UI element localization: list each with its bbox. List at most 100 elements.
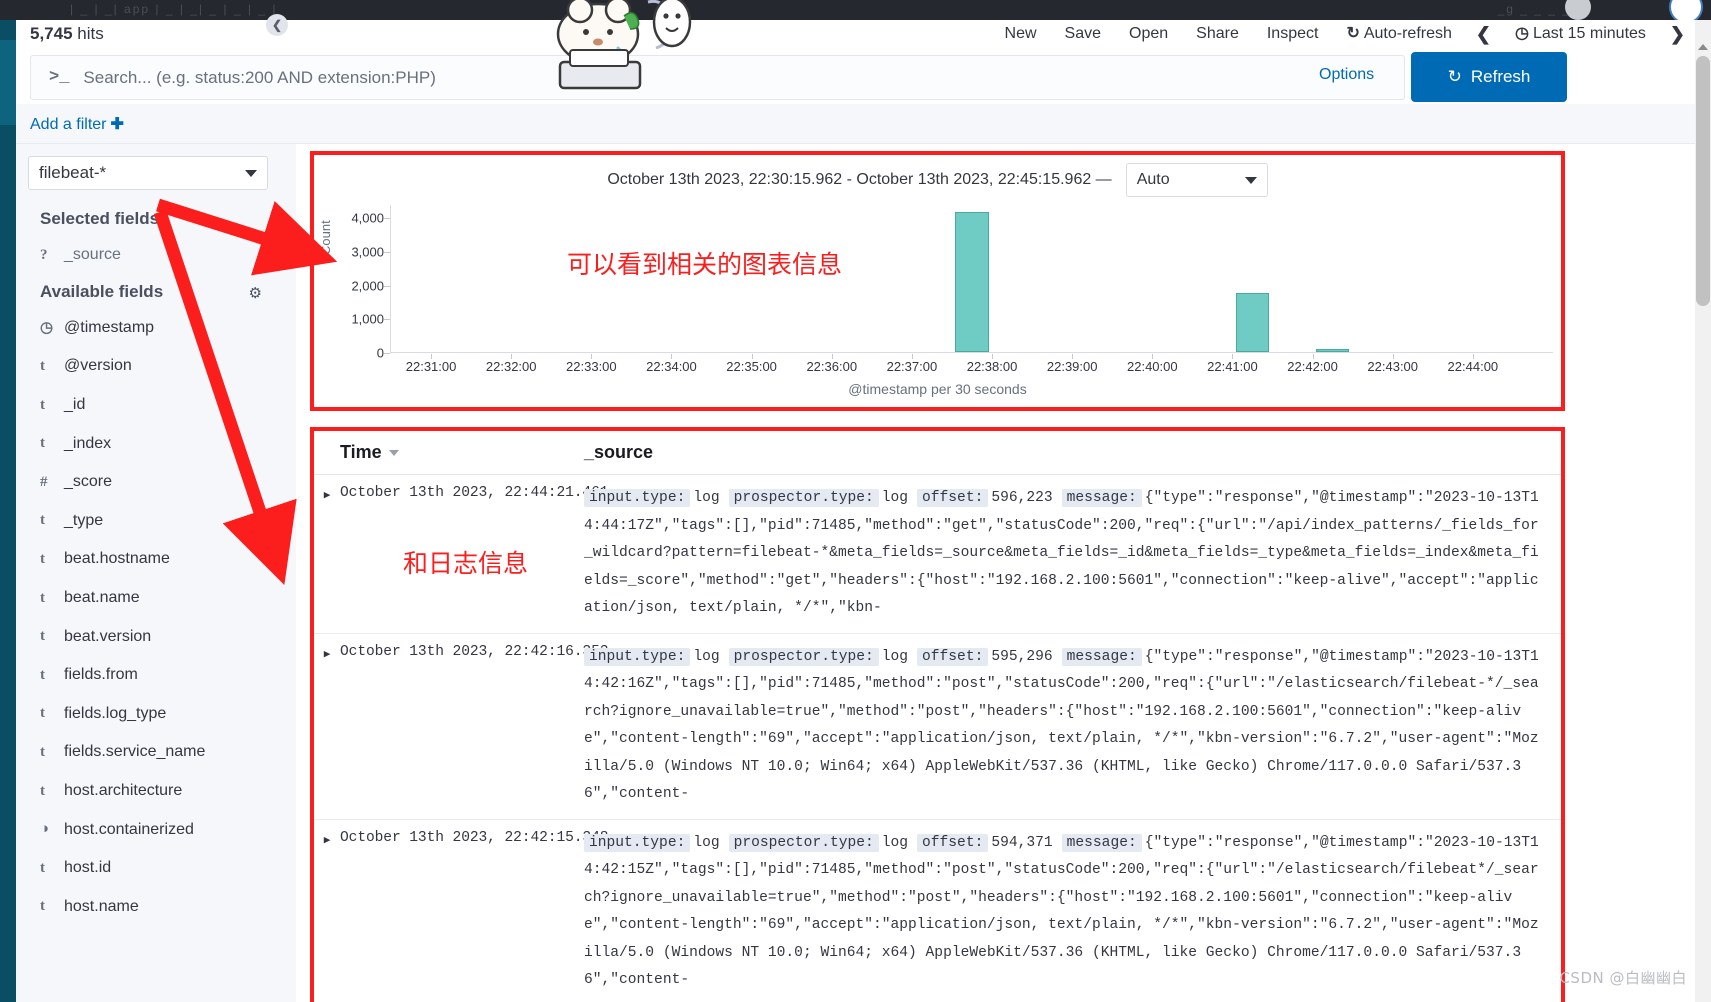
watermark: CSDN @白幽幽白 xyxy=(1559,969,1687,987)
field-type-icon: t xyxy=(40,743,45,760)
query-bar-row: >_ Search... (e.g. status:200 AND extens… xyxy=(16,52,1695,104)
histogram-bar[interactable] xyxy=(955,212,989,352)
y-tick-label: 3,000 xyxy=(351,244,384,260)
source-field-key: message: xyxy=(1061,489,1142,507)
source-field-value: {"type":"response","@timestamp":"2023-10… xyxy=(584,490,1539,616)
source-field-value: log xyxy=(693,834,720,851)
x-tickmark xyxy=(671,354,673,359)
field-item-host-id[interactable]: t host.id xyxy=(16,849,296,888)
source-field-key: offset: xyxy=(917,489,989,507)
gear-icon[interactable]: ⚙ xyxy=(249,284,262,302)
source-field-key: prospector.type: xyxy=(728,489,879,507)
topnav-inspect-button[interactable]: Inspect xyxy=(1253,22,1333,46)
x-tick-label: 22:37:00 xyxy=(886,359,938,374)
refresh-button[interactable]: ↻ Refresh xyxy=(1411,52,1567,102)
x-tickmark xyxy=(831,354,833,359)
source-field-key: input.type: xyxy=(584,489,691,507)
x-tick-label: 22:40:00 xyxy=(1126,359,1178,374)
sidebar-collapse-button[interactable]: ❮ xyxy=(266,14,288,36)
time-picker-button[interactable]: ◷ Last 15 minutes xyxy=(1501,22,1660,46)
field-item-beat-name[interactable]: t beat.name xyxy=(16,579,296,618)
field-item--id[interactable]: t _id xyxy=(16,386,296,425)
source-field-key: prospector.type: xyxy=(728,647,879,666)
column-header-time[interactable]: Time xyxy=(314,442,584,463)
x-tickmark xyxy=(511,354,513,359)
search-input-placeholder: Search... (e.g. status:200 AND extension… xyxy=(83,67,436,87)
scroll-up-arrow-icon[interactable] xyxy=(1698,44,1708,50)
time-prev-chevron-icon[interactable]: ❮ xyxy=(1466,24,1501,45)
field-type-icon: ? xyxy=(40,246,48,263)
source-field-value: log xyxy=(693,648,720,665)
table-row[interactable]: ▶ October 13th 2023, 22:42:15.348 input.ty… xyxy=(314,820,1561,1002)
add-filter-button[interactable]: Add a filter ✚ xyxy=(30,114,124,134)
topnav-save-button[interactable]: Save xyxy=(1051,22,1115,46)
source-field-key: offset: xyxy=(917,647,989,666)
field-item-beat-hostname[interactable]: t beat.hostname xyxy=(16,540,296,579)
documents-table-header: Time _source xyxy=(314,431,1561,475)
table-row[interactable]: ▶ October 13th 2023, 22:42:16.353 input.ty… xyxy=(314,634,1561,820)
x-tickmark xyxy=(911,354,913,359)
field-item-host-containerized[interactable]: ◑ host.containerized xyxy=(16,810,296,849)
x-tickmark xyxy=(1232,354,1234,359)
topnav-share-button[interactable]: Share xyxy=(1182,22,1253,46)
hits-count-value: 5,745 xyxy=(30,24,73,43)
field-item-host-architecture[interactable]: t host.architecture xyxy=(16,772,296,811)
expand-row-icon[interactable]: ▶ xyxy=(314,644,340,809)
topnav-share-label: Share xyxy=(1196,25,1239,42)
x-tickmark xyxy=(1152,354,1154,359)
field-item--version[interactable]: t @version xyxy=(16,347,296,386)
histogram-bar[interactable] xyxy=(1235,293,1270,352)
page-scrollbar[interactable] xyxy=(1695,20,1711,1002)
y-tick-label: 1,000 xyxy=(351,311,384,327)
column-header-source[interactable]: _source xyxy=(584,442,1561,463)
field-name-label: @timestamp xyxy=(64,318,155,336)
field-name-label: _type xyxy=(64,511,104,529)
refresh-icon: ↻ xyxy=(1447,67,1462,86)
query-options-link[interactable]: Options xyxy=(1319,66,1374,84)
field-item--type[interactable]: t _type xyxy=(16,502,296,541)
column-header-source-label: _source xyxy=(584,442,654,462)
topnav-new-button[interactable]: New xyxy=(991,22,1051,46)
field-item-beat-version[interactable]: t beat.version xyxy=(16,617,296,656)
topnav-auto-refresh-button[interactable]: ↻ Auto-refresh xyxy=(1332,22,1465,46)
field-item--timestamp[interactable]: ◷ @timestamp xyxy=(16,309,296,348)
scrollbar-thumb[interactable] xyxy=(1696,56,1710,306)
field-item-host-name[interactable]: t host.name xyxy=(16,888,296,927)
time-next-chevron-icon[interactable]: ❯ xyxy=(1660,24,1695,45)
x-tickmark xyxy=(992,354,994,359)
histogram-bar[interactable] xyxy=(1315,348,1350,352)
topnav-open-button[interactable]: Open xyxy=(1115,22,1182,46)
histogram-header: October 13th 2023, 22:30:15.962 - Octobe… xyxy=(314,155,1561,205)
field-item-fields-from[interactable]: t fields.from xyxy=(16,656,296,695)
cell-time: October 13th 2023, 22:42:15.348 xyxy=(340,829,609,846)
histogram-plot-area[interactable]: 22:31:00 22:32:00 22:33:00 22:34:00 22:35:00… xyxy=(390,205,1553,374)
field-type-icon: t xyxy=(40,589,45,606)
field-type-icon: t xyxy=(40,435,45,452)
sort-desc-icon[interactable] xyxy=(388,450,399,457)
field-type-icon: t xyxy=(40,357,45,374)
docs-annotation-text: 和日志信息 xyxy=(403,549,529,578)
source-field-key: message: xyxy=(1061,833,1142,852)
index-pattern-select[interactable]: filebeat-* xyxy=(28,156,268,190)
field-item--score[interactable]: # _score xyxy=(16,463,296,502)
hits-counter: 5,745 hits xyxy=(30,24,104,44)
x-tick-label: 22:32:00 xyxy=(485,359,537,374)
field-type-icon: t xyxy=(40,898,45,915)
time-picker-label: Last 15 minutes xyxy=(1532,25,1646,42)
x-tick-label: 22:36:00 xyxy=(806,359,858,374)
field-name-label: host.name xyxy=(64,897,139,915)
expand-row-icon[interactable]: ▶ xyxy=(314,830,340,995)
field-item-fields-service-name[interactable]: t fields.service_name xyxy=(16,733,296,772)
x-tick-label: 22:38:00 xyxy=(966,359,1018,374)
field-name-label: fields.log_type xyxy=(64,704,167,722)
histogram-interval-select[interactable]: Auto xyxy=(1125,163,1268,197)
field-item--index[interactable]: t _index xyxy=(16,424,296,463)
x-tick-label: 22:41:00 xyxy=(1207,359,1258,374)
x-tickmark xyxy=(751,354,753,359)
expand-row-icon[interactable]: ▶ xyxy=(314,485,340,623)
field-item--source[interactable]: ? _source xyxy=(16,236,296,275)
x-tick-label: 22:31:00 xyxy=(405,359,457,374)
field-item-fields-log-type[interactable]: t fields.log_type xyxy=(16,695,296,734)
column-header-time-label: Time xyxy=(340,442,382,462)
y-tick-label: 4,000 xyxy=(351,210,384,226)
